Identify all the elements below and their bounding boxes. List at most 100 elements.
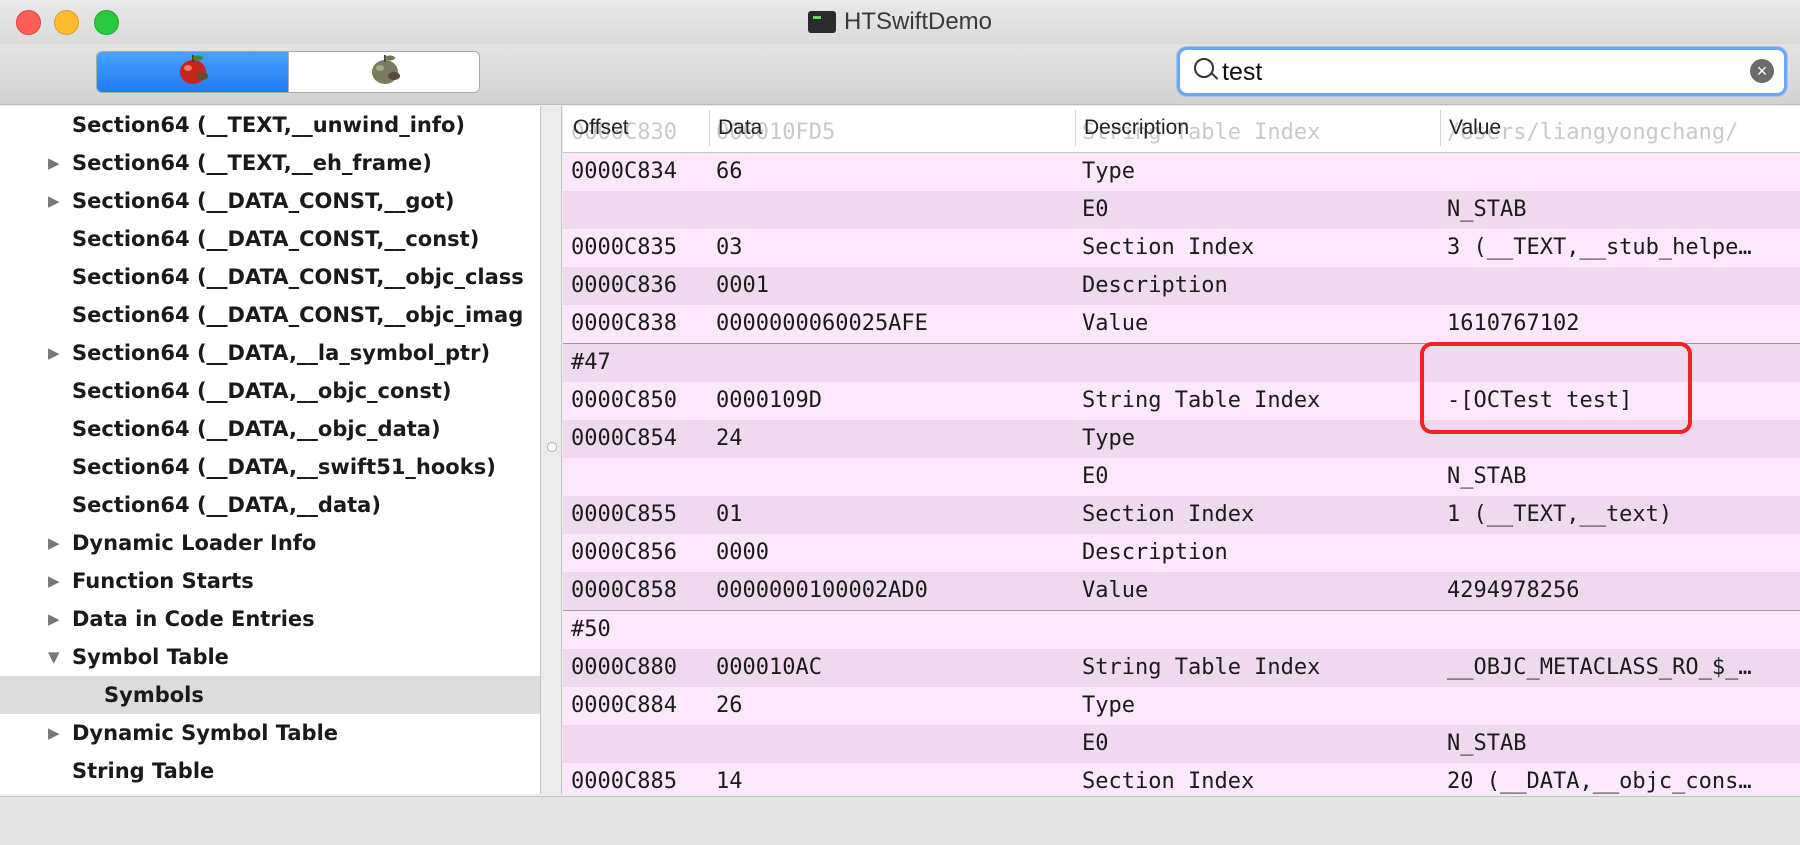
tree-item[interactable]: Section64 (__DATA_CONST,__const) xyxy=(0,220,540,258)
divider-handle-icon[interactable] xyxy=(547,442,557,452)
cell-data: 0000000060025AFE xyxy=(716,311,928,336)
cell-data: 0000000100002AD0 xyxy=(716,578,928,603)
cell-value: 3 (__TEXT,__stub_helpe… xyxy=(1447,235,1752,260)
cell-description: Description xyxy=(1082,540,1228,565)
cell-description: Description xyxy=(1082,273,1228,298)
tree-item[interactable]: ▶ Section64 (__TEXT,__eh_frame) xyxy=(0,144,540,182)
disclosure-triangle-icon[interactable]: ▶ xyxy=(48,714,64,752)
cell-data: 000010AC xyxy=(716,655,822,680)
cell-data: 26 xyxy=(716,693,743,718)
highlight-annotation-box xyxy=(1420,342,1692,434)
column-divider[interactable] xyxy=(709,110,710,146)
raw-view-segment[interactable] xyxy=(97,52,288,92)
tree-item[interactable]: ▶ Data in Code Entries xyxy=(0,600,540,638)
disclosure-triangle-icon[interactable]: ▶ xyxy=(48,600,64,638)
cell-value: 1610767102 xyxy=(1447,311,1580,336)
cell-offset: #50 xyxy=(571,617,611,642)
search-field[interactable]: × xyxy=(1177,47,1787,96)
tree-item-label: Dynamic Symbol Table xyxy=(72,721,339,745)
disclosure-triangle-icon[interactable]: ▶ xyxy=(48,182,64,220)
cell-value: 4294978256 xyxy=(1447,578,1580,603)
disclosure-triangle-icon[interactable]: ▶ xyxy=(48,334,64,372)
column-divider[interactable] xyxy=(1075,110,1076,146)
column-header-value[interactable]: Value xyxy=(1449,116,1501,140)
tree-item[interactable]: String Table xyxy=(0,752,540,790)
table-row[interactable]: 0000C855 01 Section Index 1 (__TEXT,__text) xyxy=(563,496,1800,534)
cell-offset: 0000C855 xyxy=(571,502,677,527)
status-bar xyxy=(0,796,1800,845)
cell-description: Section Index xyxy=(1082,502,1255,527)
rva-view-segment[interactable] xyxy=(288,52,479,92)
disclosure-triangle-expanded-icon[interactable]: ▼ xyxy=(48,638,64,676)
tree-item[interactable]: Section64 (__DATA,__objc_const) xyxy=(0,372,540,410)
apple-bug-icon-gray xyxy=(365,52,405,92)
cell-data: 0001 xyxy=(716,273,769,298)
table-row[interactable]: 0000C835 03 Section Index 3 (__TEXT,__stub_… xyxy=(563,229,1800,267)
tree-item[interactable]: Section64 (__DATA,__data) xyxy=(0,486,540,524)
table-row[interactable]: 0000C834 66 Type xyxy=(563,153,1800,191)
tree-item[interactable]: ▶ Section64 (__DATA_CONST,__got) xyxy=(0,182,540,220)
table-group-row[interactable]: #50 xyxy=(563,610,1800,649)
tree-item-label: Section64 (__DATA,__la_symbol_ptr) xyxy=(72,341,491,365)
tree-item-label: Dynamic Loader Info xyxy=(72,531,317,555)
tree-item[interactable]: ▶ Function Starts xyxy=(0,562,540,600)
tree-item-label: Section64 (__DATA,__objc_const) xyxy=(72,379,452,403)
search-input[interactable] xyxy=(1220,54,1724,90)
tree-item[interactable]: Section64 (__TEXT,__unwind_info) xyxy=(0,106,540,144)
tree-item[interactable]: ▶ Section64 (__DATA,__la_symbol_ptr) xyxy=(0,334,540,372)
disclosure-triangle-icon[interactable]: ▶ xyxy=(48,144,64,182)
table-row[interactable]: 0000C838 0000000060025AFE Value 1610767102 xyxy=(563,305,1800,343)
cell-description: Section Index xyxy=(1082,769,1255,794)
cell-description: E0 xyxy=(1082,197,1109,222)
sidebar-tree: Section64 (__TEXT,__unwind_info) ▶ Sectio… xyxy=(0,106,541,794)
data-table: 0000C830 000010FD5 String Table Index /U… xyxy=(563,106,1800,794)
cell-offset: 0000C836 xyxy=(571,273,677,298)
table-header: 0000C830 000010FD5 String Table Index /U… xyxy=(563,106,1800,153)
table-row[interactable]: 0000C880 000010AC String Table Index __OBJC… xyxy=(563,649,1800,687)
tree-item-label: Section64 (__TEXT,__unwind_info) xyxy=(72,113,466,137)
cell-description: Type xyxy=(1082,426,1135,451)
tree-item[interactable]: Section64 (__DATA_CONST,__objc_class xyxy=(0,258,540,296)
disclosure-triangle-icon[interactable]: ▶ xyxy=(48,562,64,600)
table-row[interactable]: E0 N_STAB xyxy=(563,725,1800,763)
table-row[interactable]: 0000C884 26 Type xyxy=(563,687,1800,725)
tree-item-label: Section64 (__DATA,__objc_data) xyxy=(72,417,441,441)
cell-data: 24 xyxy=(716,426,743,451)
table-row[interactable]: E0 N_STAB xyxy=(563,458,1800,496)
split-view-divider[interactable] xyxy=(541,106,562,794)
cell-offset: #47 xyxy=(571,350,611,375)
cell-description: E0 xyxy=(1082,464,1109,489)
table-row[interactable]: 0000C836 0001 Description xyxy=(563,267,1800,305)
cell-value: 1 (__TEXT,__text) xyxy=(1447,502,1673,527)
toolbar: × xyxy=(0,44,1800,105)
column-header-data[interactable]: Data xyxy=(718,116,762,140)
cell-data: 0000109D xyxy=(716,388,822,413)
tree-item-label: Section64 (__DATA,__data) xyxy=(72,493,381,517)
cell-value: __OBJC_METACLASS_RO_$_… xyxy=(1447,655,1752,680)
table-row[interactable]: 0000C885 14 Section Index 20 (__DATA,__objc… xyxy=(563,763,1800,794)
cell-description: Value xyxy=(1082,578,1149,603)
tree-item[interactable]: ▼ Symbol Table xyxy=(0,638,540,676)
column-header-offset[interactable]: Offset xyxy=(573,116,629,140)
tree-item[interactable]: ▶ Dynamic Symbol Table xyxy=(0,714,540,752)
tree-item[interactable]: Section64 (__DATA,__objc_data) xyxy=(0,410,540,448)
cell-description: E0 xyxy=(1082,731,1109,756)
column-header-description[interactable]: Description xyxy=(1084,116,1189,140)
cell-offset: 0000C834 xyxy=(571,159,677,184)
column-divider[interactable] xyxy=(1440,110,1441,146)
tree-item-label: Symbol Table xyxy=(72,645,229,669)
tree-item[interactable]: Section64 (__DATA,__swift51_hooks) xyxy=(0,448,540,486)
cell-data: 66 xyxy=(716,159,743,184)
disclosure-triangle-icon[interactable]: ▶ xyxy=(48,524,64,562)
table-row[interactable]: E0 N_STAB xyxy=(563,191,1800,229)
terminal-app-icon xyxy=(807,11,836,33)
cell-offset: 0000C858 xyxy=(571,578,677,603)
table-row[interactable]: 0000C858 0000000100002AD0 Value 4294978256 xyxy=(563,572,1800,610)
tree-item-selected[interactable]: Symbols xyxy=(0,676,540,714)
cell-data: 01 xyxy=(716,502,743,527)
clear-search-icon[interactable]: × xyxy=(1750,59,1774,83)
table-row[interactable]: 0000C856 0000 Description xyxy=(563,534,1800,572)
tree-item[interactable]: ▶ Dynamic Loader Info xyxy=(0,524,540,562)
tree-item[interactable]: Section64 (__DATA_CONST,__objc_imag xyxy=(0,296,540,334)
cell-offset: 0000C854 xyxy=(571,426,677,451)
